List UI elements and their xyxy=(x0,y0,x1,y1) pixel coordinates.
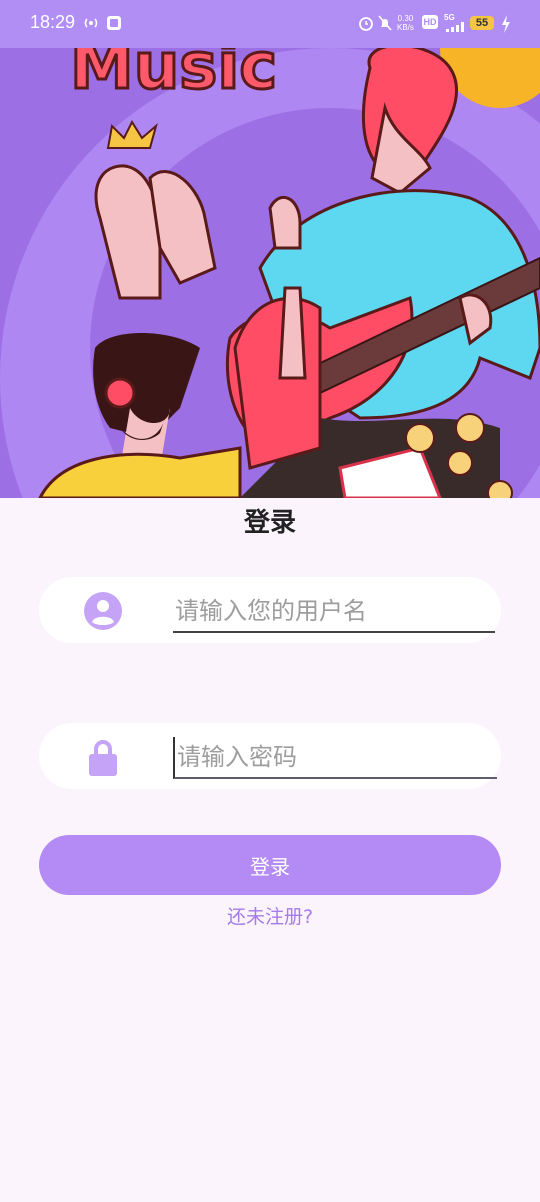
lock-icon xyxy=(89,740,117,776)
login-button[interactable]: 登录 xyxy=(39,835,501,895)
status-time: 18:29 xyxy=(30,12,76,32)
signal-strength-icon xyxy=(446,22,464,32)
password-field-card xyxy=(39,723,501,789)
hd-badge: HD xyxy=(422,15,438,29)
network-speed: 0.30 KB/s xyxy=(397,14,414,32)
page-title: 登录 xyxy=(243,508,296,538)
status-bar: 18:29 0.30 KB/s HD 5G 55 xyxy=(0,0,540,48)
register-link[interactable]: 还未注册? xyxy=(0,902,540,929)
password-input[interactable] xyxy=(173,737,497,779)
app-notification-icon xyxy=(107,16,121,30)
username-input[interactable] xyxy=(173,591,495,633)
hero-illustration: Music xyxy=(0,48,540,498)
music-logo-text: Music xyxy=(70,48,277,104)
user-icon xyxy=(84,592,122,630)
battery-indicator: 55 xyxy=(470,16,494,30)
username-field-card xyxy=(39,577,501,643)
charging-icon xyxy=(502,15,510,33)
network-speed-unit: KB/s xyxy=(397,23,414,32)
signal-5g-label: 5G xyxy=(444,13,455,22)
hotspot-icon xyxy=(84,18,98,28)
alarm-icon xyxy=(359,17,373,31)
network-speed-value: 0.30 xyxy=(397,14,414,23)
mute-icon xyxy=(378,15,392,31)
music-illustration: Music xyxy=(0,48,540,498)
